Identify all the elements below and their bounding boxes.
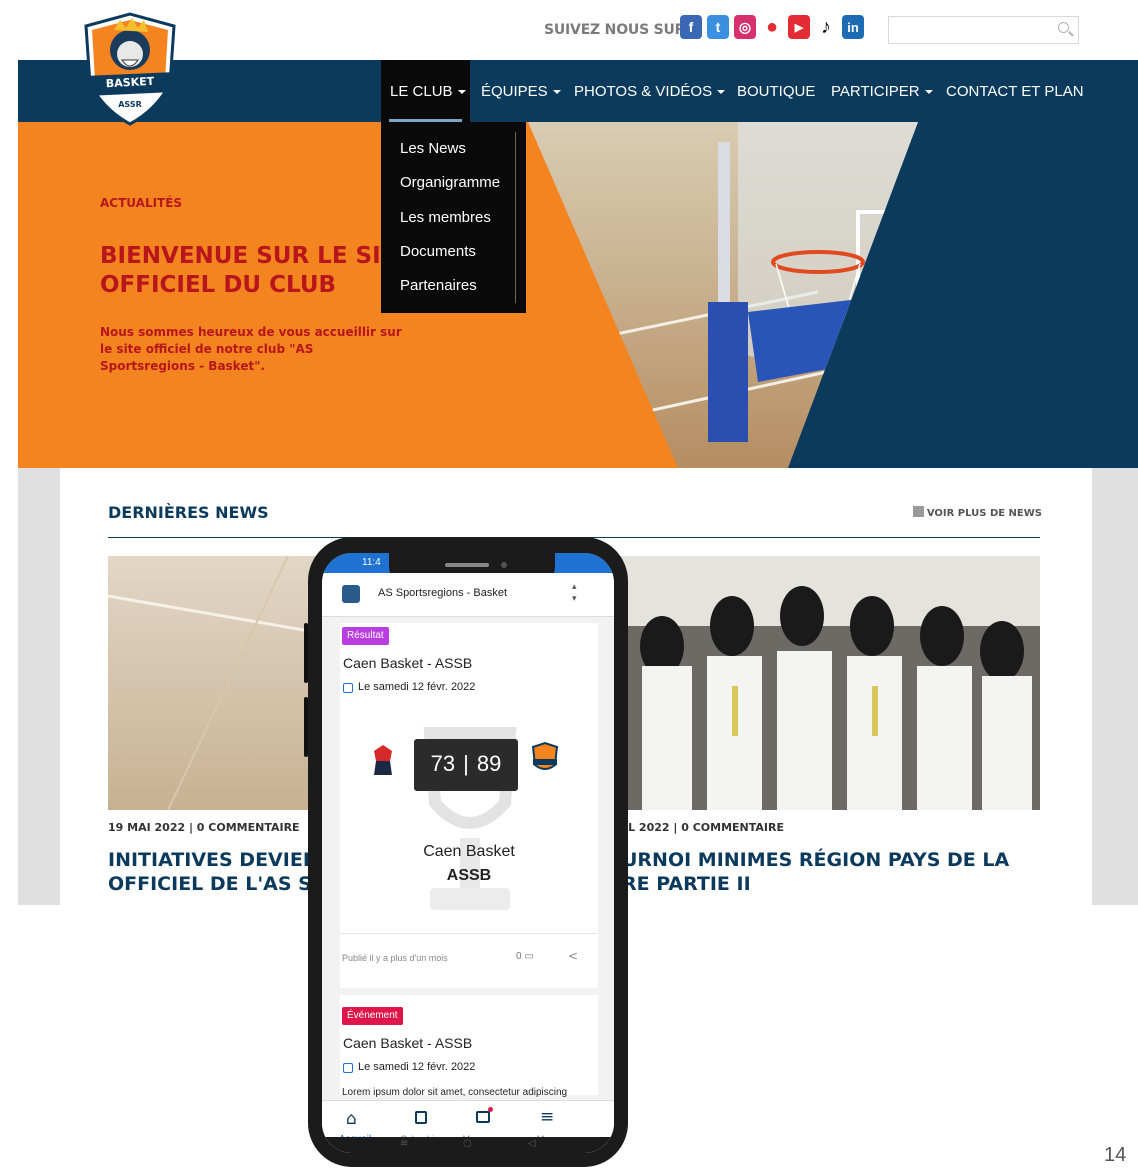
- map-pin-icon[interactable]: ●: [761, 15, 783, 39]
- share-icon[interactable]: <: [568, 949, 578, 963]
- chevron-down-icon: [924, 90, 933, 95]
- more-news-link[interactable]: VOIR PLUS DE NEWS: [912, 506, 1042, 519]
- follow-us-label: SUIVEZ NOUS SUR: [544, 22, 686, 38]
- chevron-down-icon: [457, 90, 466, 95]
- nav-contact[interactable]: CONTACT ET PLAN: [946, 83, 1084, 100]
- away-team-logo-icon: [530, 741, 560, 775]
- nav-participer[interactable]: PARTICIPER: [831, 83, 933, 100]
- hero-text: Nous sommes heureux de vous accueillir s…: [100, 325, 402, 373]
- published-label: Publié il y a plus d'un mois: [342, 953, 448, 963]
- calendar-icon: [343, 683, 353, 693]
- dropdown-item-news[interactable]: Les News: [400, 140, 466, 157]
- section-title: DERNIÈRES NEWS: [108, 503, 269, 522]
- status-time: 11:4: [362, 557, 381, 568]
- article-title[interactable]: URNOI MINIMES RÉGION PAYS DE LA RE PARTIE…: [622, 848, 1042, 896]
- messages-icon[interactable]: [476, 1111, 490, 1123]
- twitter-icon[interactable]: t: [707, 15, 729, 39]
- android-recents-icon[interactable]: ≡: [400, 1138, 408, 1149]
- menu-icon[interactable]: ≡: [540, 1107, 554, 1127]
- phone-mockup: 11:4 AS Sportsregions - Basket ▴ ▾ Résult…: [304, 537, 628, 1167]
- logo-text-assr: ASSR: [118, 100, 142, 109]
- calendar-icon[interactable]: [415, 1111, 427, 1124]
- nav-photos-videos[interactable]: PHOTOS & VIDÉOS: [574, 83, 726, 100]
- instagram-icon[interactable]: ◎: [734, 15, 756, 39]
- switch-chevron-icon[interactable]: ▴ ▾: [572, 581, 577, 605]
- card-date: Le samedi 12 févr. 2022: [358, 1061, 476, 1073]
- nav-equipes[interactable]: ÉQUIPES: [481, 83, 561, 100]
- facebook-icon[interactable]: f: [680, 15, 702, 39]
- search-input[interactable]: [888, 16, 1079, 44]
- dropdown-item-membres[interactable]: Les membres: [400, 209, 491, 226]
- article-meta: 19 MAI 2022 | 0 COMMENTAIRE: [108, 821, 300, 834]
- app-screen: 11:4 AS Sportsregions - Basket ▴ ▾ Résult…: [322, 553, 614, 1153]
- result-tag: Résultat: [342, 627, 389, 645]
- card-title: Caen Basket - ASSB: [343, 655, 473, 671]
- card-text: Lorem ipsum dolor sit amet, consectetur …: [342, 1087, 568, 1098]
- tiktok-icon[interactable]: ♪: [815, 15, 837, 39]
- comment-icon: ▭: [524, 951, 534, 962]
- android-nav-bar: ≡ ○ ◁: [322, 1137, 614, 1153]
- news-photo-team-huddle[interactable]: [582, 556, 1040, 810]
- event-card[interactable]: Événement Caen Basket - ASSB Le samedi 1…: [340, 995, 598, 1098]
- score-box: 73 | 89: [414, 739, 518, 791]
- app-title: AS Sportsregions - Basket: [378, 587, 508, 599]
- chevron-down-icon: [552, 90, 561, 95]
- comment-count[interactable]: 0 ▭: [516, 951, 534, 962]
- le-club-dropdown-menu: Les News Organigramme Les membres Docume…: [381, 122, 526, 313]
- nav-boutique[interactable]: BOUTIQUE: [737, 83, 815, 100]
- dropdown-item-documents[interactable]: Documents: [400, 243, 476, 260]
- app-header: AS Sportsregions - Basket ▴ ▾: [322, 573, 614, 617]
- notification-dot: [488, 1107, 493, 1112]
- nav-le-club[interactable]: LE CLUB: [390, 83, 466, 100]
- android-home-icon[interactable]: ○: [463, 1138, 472, 1149]
- hero-kicker: ACTUALITÉS: [100, 196, 183, 210]
- hero-title: BIENVENUE SUR LE SITE OFFICIEL DU CLUB: [100, 243, 413, 298]
- club-avatar-icon: [342, 585, 360, 603]
- home-icon[interactable]: ⌂: [346, 1109, 357, 1129]
- linkedin-icon[interactable]: in: [842, 15, 864, 39]
- article-title[interactable]: INITIATIVES DEVIEN OFFICIEL DE L'AS SP: [108, 848, 318, 896]
- article-meta: IL 2022 | 0 COMMENTAIRE: [624, 821, 784, 834]
- page-number: 14: [1104, 1144, 1127, 1166]
- card-title: Caen Basket - ASSB: [343, 1035, 473, 1051]
- team1-name: Caen Basket: [423, 843, 515, 860]
- event-tag: Événement: [342, 1007, 403, 1025]
- home-team-logo-icon: [370, 743, 396, 777]
- android-back-icon[interactable]: ◁: [528, 1138, 536, 1149]
- chevron-down-icon: [717, 90, 726, 95]
- youtube-icon[interactable]: ▶: [788, 15, 810, 39]
- dropdown-item-organigramme[interactable]: Organigramme: [400, 174, 500, 191]
- calendar-icon: [343, 1063, 353, 1073]
- dropdown-item-partenaires[interactable]: Partenaires: [400, 277, 477, 294]
- result-card[interactable]: Résultat Caen Basket - ASSB Le samedi 12…: [340, 623, 598, 988]
- club-logo[interactable]: BASKET ASSR: [76, 6, 184, 128]
- card-date: Le samedi 12 févr. 2022: [358, 681, 476, 693]
- search-icon[interactable]: [1058, 22, 1069, 33]
- team2-name: ASSB: [446, 867, 492, 884]
- rss-icon: [912, 506, 924, 517]
